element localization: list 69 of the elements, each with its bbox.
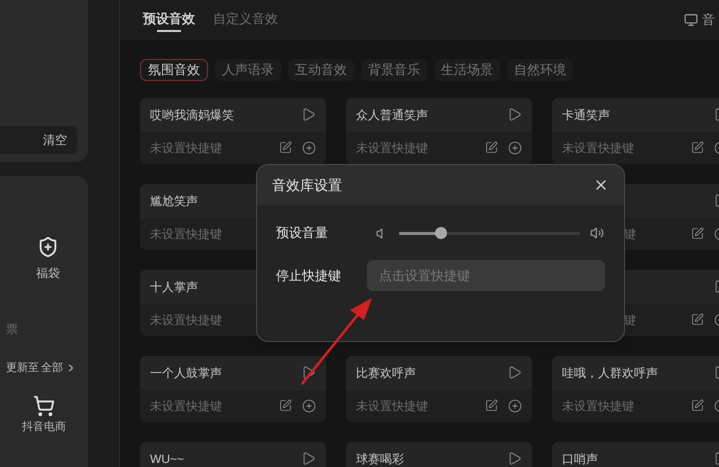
edit-icon[interactable]: [691, 399, 704, 412]
category-chip[interactable]: 自然环境: [507, 59, 573, 80]
slider-thumb[interactable]: [434, 227, 447, 239]
sound-title: 哎哟我滴妈爆笑: [150, 106, 234, 124]
category-chip[interactable]: 生活场景: [434, 59, 500, 80]
edit-icon[interactable]: [485, 399, 498, 412]
cart-icon[interactable]: [33, 394, 55, 416]
sound-title: 十人掌声: [150, 278, 198, 296]
shortcut-status: 未设置快捷键: [356, 398, 428, 414]
sound-title: WU~~: [150, 450, 184, 467]
header-label[interactable]: 音: [702, 10, 715, 30]
sound-card[interactable]: 哇哦，人群欢呼声 未设置快捷键: [552, 356, 719, 422]
edit-icon[interactable]: [279, 141, 292, 154]
update-value[interactable]: 全部: [41, 360, 63, 376]
add-icon[interactable]: [508, 140, 522, 154]
shop-label[interactable]: 抖音电商: [22, 418, 66, 435]
shortcut-status: 未设置快捷键: [562, 398, 634, 414]
shortcut-status: 键: [624, 312, 636, 328]
sound-title: 球赛喝彩: [356, 450, 404, 467]
volume-high-icon[interactable]: [590, 226, 604, 240]
edit-icon[interactable]: [279, 399, 292, 412]
category-chip[interactable]: 背景音乐: [361, 59, 427, 80]
play-icon[interactable]: [301, 365, 316, 380]
edit-icon[interactable]: [691, 313, 704, 326]
add-icon[interactable]: [508, 398, 522, 412]
category-chip[interactable]: 互动音效: [288, 59, 354, 80]
volume-slider[interactable]: [399, 227, 580, 239]
edit-icon[interactable]: [691, 227, 704, 240]
category-chip[interactable]: 氛围音效: [140, 59, 208, 80]
edit-icon[interactable]: [485, 141, 498, 154]
add-icon[interactable]: [302, 140, 316, 154]
volume-label: 预设音量: [276, 224, 329, 242]
monitor-icon[interactable]: [684, 13, 698, 27]
edit-icon[interactable]: [691, 141, 704, 154]
sound-title: 口哨声: [562, 450, 598, 467]
sound-title: 哇哦，人群欢呼声: [562, 364, 658, 382]
tab[interactable]: 预设音效: [143, 0, 195, 40]
play-icon[interactable]: [301, 451, 316, 466]
sound-title: 比赛欢呼声: [356, 364, 416, 382]
add-icon[interactable]: [302, 398, 316, 412]
sound-card[interactable]: 口哨声: [552, 442, 719, 467]
sound-card[interactable]: 卡通笑声 未设置快捷键: [552, 98, 719, 164]
sound-title: 卡通笑声: [562, 106, 610, 124]
play-icon[interactable]: [507, 451, 522, 466]
shortcut-status: 未设置快捷键: [150, 312, 222, 328]
sound-card[interactable]: 众人普通笑声 未设置快捷键: [346, 98, 532, 164]
play-icon[interactable]: [301, 107, 316, 122]
sound-card[interactable]: 哎哟我滴妈爆笑 未设置快捷键: [140, 98, 326, 164]
category-chip[interactable]: 人声语录: [215, 59, 281, 80]
shortcut-status: 未设置快捷键: [150, 226, 222, 242]
sound-title: 尴尬笑声: [150, 192, 198, 210]
sound-card[interactable]: 比赛欢呼声 未设置快捷键: [346, 356, 532, 422]
sound-title: 众人普通笑声: [356, 106, 428, 124]
play-icon[interactable]: [507, 107, 522, 122]
sound-card[interactable]: 球赛喝彩: [346, 442, 532, 467]
shortcut-status: 未设置快捷键: [150, 140, 222, 156]
feature-label[interactable]: 福袋: [36, 264, 60, 282]
sound-card[interactable]: WU~~: [140, 442, 326, 467]
clear-button[interactable]: 清空: [0, 126, 77, 154]
shortcut-status: 未设置快捷键: [150, 398, 222, 414]
play-icon[interactable]: [507, 365, 522, 380]
shortcut-status: 键: [624, 226, 636, 242]
shortcut-status: 未设置快捷键: [356, 140, 428, 156]
sound-title: 一个人鼓掌声: [150, 364, 222, 382]
shortcut-input-field[interactable]: 点击设置快捷键: [366, 260, 605, 291]
ticket-label: 票: [6, 321, 19, 338]
sound-card[interactable]: 一个人鼓掌声 未设置快捷键: [140, 356, 326, 422]
update-label: 更新至: [6, 360, 39, 376]
shortcut-status: 未设置快捷键: [562, 140, 634, 156]
